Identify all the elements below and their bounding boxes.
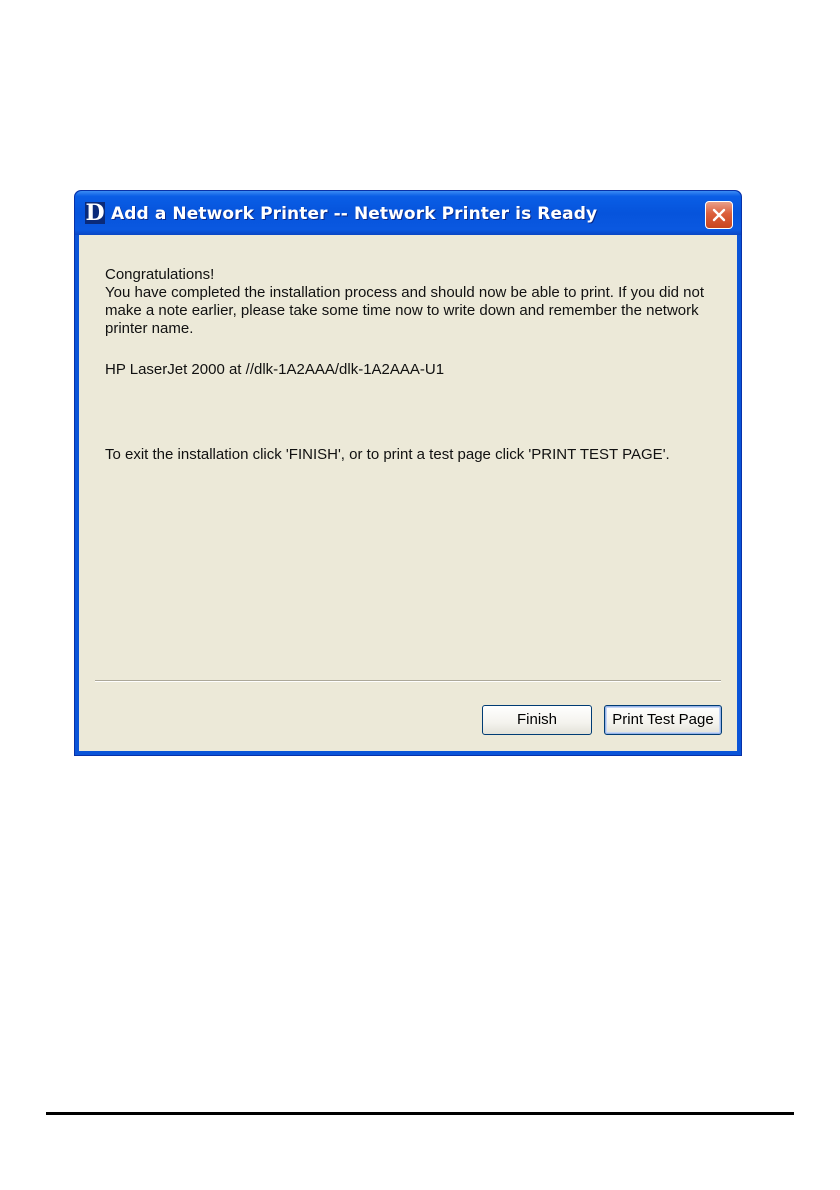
congratulations-text: Congratulations!: [105, 266, 215, 283]
completion-message: You have completed the installation proc…: [105, 284, 705, 337]
finish-button[interactable]: Finish: [482, 705, 592, 735]
title-bar[interactable]: D Add a Network Printer -- Network Print…: [75, 191, 741, 235]
print-test-page-button[interactable]: Print Test Page: [604, 705, 722, 735]
dialog-title: Add a Network Printer -- Network Printer…: [111, 204, 598, 224]
add-network-printer-dialog: D Add a Network Printer -- Network Print…: [74, 190, 742, 756]
printer-name-text: HP LaserJet 2000 at //dlk-1A2AAA/dlk-1A2…: [105, 361, 445, 378]
dialog-screenshot: D Add a Network Printer -- Network Print…: [74, 190, 742, 756]
dlink-app-icon: D: [85, 200, 105, 226]
button-separator: [95, 680, 721, 682]
close-button[interactable]: [705, 201, 733, 229]
page-footer-rule: [46, 1112, 794, 1115]
exit-instructions-text: To exit the installation click 'FINISH',…: [105, 446, 670, 463]
dialog-client-area: Congratulations! You have completed the …: [79, 235, 737, 751]
close-x-icon: [712, 208, 726, 222]
